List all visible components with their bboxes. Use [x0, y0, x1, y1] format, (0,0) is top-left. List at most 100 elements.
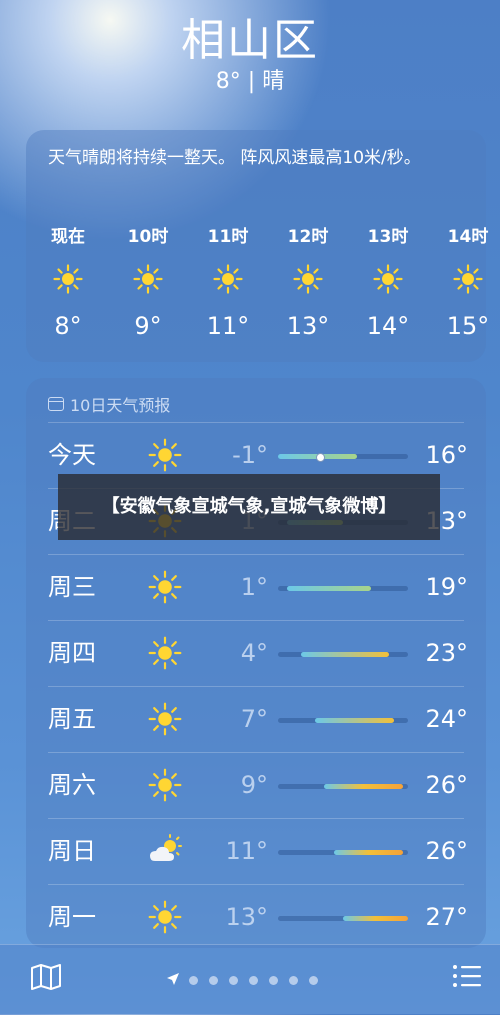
hour-time: 10时 [127, 227, 169, 247]
day-name: 今天 [48, 441, 96, 469]
current-temp-dot [316, 453, 326, 462]
list-icon[interactable] [452, 963, 482, 993]
hour-time: 14时 [447, 227, 489, 247]
hour-time: 11时 [207, 227, 249, 247]
sun-icon [198, 264, 258, 294]
day-low-temp: 4° [240, 639, 268, 667]
hourly-item: 14时 15° [438, 226, 498, 340]
location-arrow-icon[interactable] [166, 971, 180, 990]
hour-temp: 11° [206, 312, 250, 340]
day-high-temp: 19° [425, 573, 468, 601]
day-row[interactable]: 周一 13° 27° [26, 884, 486, 950]
sun-icon [148, 768, 182, 802]
hourly-item: 10时 9° [118, 226, 178, 340]
sun-icon [148, 702, 182, 736]
hour-time: 现在 [51, 227, 85, 247]
day-row[interactable]: 周四 4° 23° [26, 620, 486, 686]
sun-icon [38, 264, 98, 294]
day-low-temp: 13° [225, 903, 268, 931]
sun-icon [358, 264, 418, 294]
day-row[interactable]: 周五 7° 24° [26, 686, 486, 752]
day-name: 周五 [48, 705, 96, 733]
hour-temp: 13° [286, 312, 330, 340]
page-dot[interactable] [249, 976, 258, 985]
day-name: 周三 [48, 573, 96, 601]
temp-range-fill [287, 586, 371, 591]
day-name: 周四 [48, 639, 96, 667]
day-high-temp: 26° [425, 837, 468, 865]
day-high-temp: 24° [425, 705, 468, 733]
temp-range-fill [333, 850, 404, 855]
hour-time: 12时 [287, 227, 329, 247]
day-high-temp: 26° [425, 771, 468, 799]
day-high-temp: 27° [425, 903, 468, 931]
hour-temp: 8° [54, 312, 82, 340]
row-divider [48, 554, 464, 555]
temp-range-track [278, 453, 408, 462]
bottom-toolbar [0, 944, 500, 1015]
sun-icon [278, 264, 338, 294]
page-indicator[interactable] [166, 971, 318, 990]
day-low-temp: 9° [240, 771, 268, 799]
hourly-item: 现在 8° [38, 226, 98, 340]
temp-range-fill [315, 718, 394, 723]
hourly-item: 11时 11° [198, 226, 258, 340]
hour-temp: 9° [134, 312, 162, 340]
temp-range-fill [301, 652, 390, 657]
page-dot[interactable] [289, 976, 298, 985]
hourly-item: 12时 13° [278, 226, 338, 340]
temp-range-track [278, 784, 408, 789]
map-icon[interactable] [30, 963, 62, 995]
daily-forecast-title: 10日天气预报 [48, 392, 170, 416]
city-name: 相山区 [181, 15, 319, 66]
sun-icon [148, 636, 182, 670]
row-divider [48, 620, 464, 621]
row-divider [48, 686, 464, 687]
day-high-temp: 16° [425, 441, 468, 469]
temp-range-track [278, 850, 408, 855]
temp-range-fill [324, 784, 404, 789]
calendar-icon [48, 397, 64, 411]
day-name: 周六 [48, 771, 96, 799]
page-dot[interactable] [209, 976, 218, 985]
page-dot[interactable] [269, 976, 278, 985]
page-dot[interactable] [229, 976, 238, 985]
daily-forecast-title-text: 10日天气预报 [70, 396, 171, 415]
hour-temp: 15° [446, 312, 490, 340]
sun-icon [438, 264, 498, 294]
sun-icon [148, 570, 182, 604]
day-high-temp: 23° [425, 639, 468, 667]
current-summary: 8° | 晴 [215, 69, 285, 94]
temp-range-fill [343, 916, 408, 921]
page-dot[interactable] [189, 976, 198, 985]
day-row[interactable]: 周六 9° 26° [26, 752, 486, 818]
row-divider [48, 422, 464, 423]
hourly-forecast-card[interactable]: 天气晴朗将持续一整天。 阵风风速最高10米/秒。 现在 8° 10时 9° 11时 … [26, 130, 489, 362]
row-divider [48, 752, 464, 753]
temp-range-track [278, 916, 408, 921]
day-name: 周日 [48, 837, 96, 865]
hour-temp: 14° [366, 312, 410, 340]
day-name: 周一 [48, 903, 96, 931]
hourly-description: 天气晴朗将持续一整天。 阵风风速最高10米/秒。 [48, 148, 421, 168]
day-low-temp: 1° [240, 573, 268, 601]
temp-range-track [278, 586, 408, 591]
temp-range-track [278, 718, 408, 723]
sun-icon [148, 438, 182, 472]
temp-range-track [278, 652, 408, 657]
day-row[interactable]: 周三 1° 19° [26, 554, 486, 620]
sun-icon [148, 900, 182, 934]
page-dots [189, 976, 318, 985]
day-low-temp: 11° [225, 837, 268, 865]
row-divider [48, 884, 464, 885]
page-dot[interactable] [309, 976, 318, 985]
daily-forecast-card[interactable]: 10日天气预报 今天 -1° 16° 周二 1° 13° 周三 1° 19° 周… [26, 378, 486, 948]
location-header: 相山区 8° | 晴 [0, 14, 500, 96]
hour-time: 13时 [367, 227, 409, 247]
day-row[interactable]: 周日 11° 26° [26, 818, 486, 884]
day-low-temp: -1° [232, 441, 268, 469]
row-divider [48, 818, 464, 819]
hourly-item: 13时 14° [358, 226, 418, 340]
caption-overlay: 【安徽气象宣城气象,宣城气象微博】 [58, 474, 440, 540]
partly-cloudy-icon [148, 834, 182, 868]
